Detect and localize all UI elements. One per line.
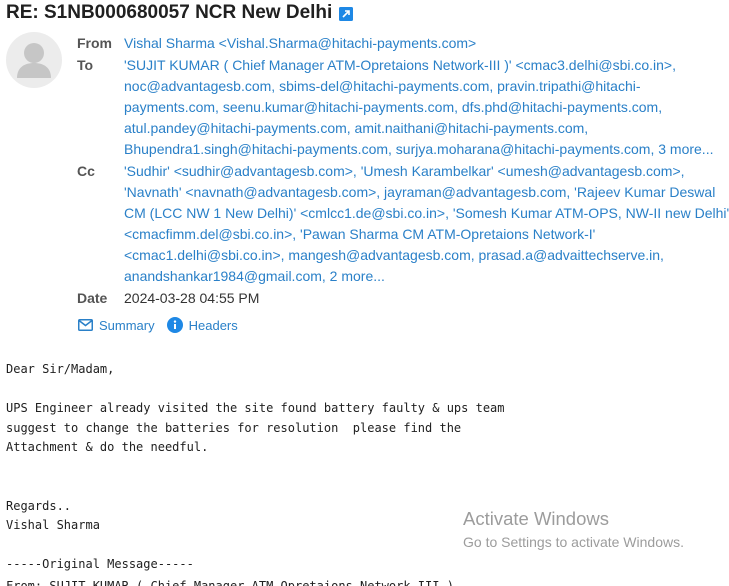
- recipient-line[interactable]: Bhupendra1.singh@hitachi-payments.com, s…: [124, 139, 727, 160]
- cc-line[interactable]: CM (LCC NW 1 New Delhi)' <cmlcc1.de@sbi.…: [124, 203, 729, 224]
- header-actions: Summary Headers: [78, 317, 238, 333]
- cc-line[interactable]: anandshankar1984@gmail.com, 2 more...: [124, 266, 729, 287]
- message-body-cut-line: From: SUJIT KUMAR ( Chief Manager ATM-Op…: [6, 579, 454, 586]
- cc-line[interactable]: 'Navnath' <navnath@advantagesb.com>, jay…: [124, 182, 729, 203]
- sender-avatar: [6, 32, 62, 88]
- email-header: From Vishal Sharma <Vishal.Sharma@hitach…: [77, 33, 729, 309]
- email-viewer: RE: S1NB000680057 NCR New Delhi From Vis…: [0, 0, 729, 586]
- cc-line[interactable]: <cmacfimm.del@sbi.co.in>, 'Pawan Sharma …: [124, 224, 729, 245]
- from-row: From Vishal Sharma <Vishal.Sharma@hitach…: [77, 33, 727, 54]
- watermark-title: Activate Windows: [463, 508, 609, 529]
- email-subject: RE: S1NB000680057 NCR New Delhi: [6, 2, 333, 23]
- to-row: To 'SUJIT KUMAR ( Chief Manager ATM-Opre…: [77, 55, 727, 160]
- message-body: Dear Sir/Madam, UPS Engineer already vis…: [6, 362, 505, 571]
- sender-address[interactable]: Vishal Sharma <Vishal.Sharma@hitachi-pay…: [124, 33, 727, 54]
- cc-line[interactable]: 'Sudhir' <sudhir@advantagesb.com>, 'Umes…: [124, 161, 729, 182]
- subject-row: RE: S1NB000680057 NCR New Delhi: [6, 0, 354, 26]
- headers-button[interactable]: Headers: [166, 317, 238, 333]
- cc-recipients[interactable]: 'Sudhir' <sudhir@advantagesb.com>, 'Umes…: [124, 161, 729, 287]
- date-label: Date: [77, 290, 108, 306]
- to-recipients[interactable]: 'SUJIT KUMAR ( Chief Manager ATM-Opretai…: [124, 55, 727, 160]
- summary-label[interactable]: Summary: [99, 318, 155, 333]
- headers-label[interactable]: Headers: [189, 318, 238, 333]
- watermark-subtitle: Go to Settings to activate Windows.: [463, 534, 684, 550]
- activate-windows-watermark: Activate Windows Go to Settings to activ…: [463, 508, 684, 552]
- envelope-icon: [78, 319, 93, 331]
- summary-button[interactable]: Summary: [78, 318, 155, 333]
- recipient-line[interactable]: 'SUJIT KUMAR ( Chief Manager ATM-Opretai…: [124, 55, 727, 76]
- recipient-line[interactable]: atul.pandey@hitachi-payments.com, amit.n…: [124, 118, 727, 139]
- from-value[interactable]: Vishal Sharma <Vishal.Sharma@hitachi-pay…: [124, 33, 727, 54]
- info-icon: [166, 317, 183, 333]
- person-icon: [17, 43, 51, 78]
- popout-icon[interactable]: [339, 7, 354, 21]
- cc-row: Cc 'Sudhir' <sudhir@advantagesb.com>, 'U…: [77, 161, 729, 287]
- date-value: 2024-03-28 04:55 PM: [124, 290, 260, 306]
- date-row: Date 2024-03-28 04:55 PM: [77, 288, 727, 309]
- recipient-line[interactable]: noc@advantagesb.com, sbims-del@hitachi-p…: [124, 76, 727, 97]
- recipient-line[interactable]: payments.com, seenu.kumar@hitachi-paymen…: [124, 97, 727, 118]
- cc-label: Cc: [77, 163, 95, 179]
- cc-line[interactable]: <cmac1.delhi@sbi.co.in>, mangesh@advanta…: [124, 245, 729, 266]
- from-label: From: [77, 35, 112, 51]
- to-label: To: [77, 57, 94, 73]
